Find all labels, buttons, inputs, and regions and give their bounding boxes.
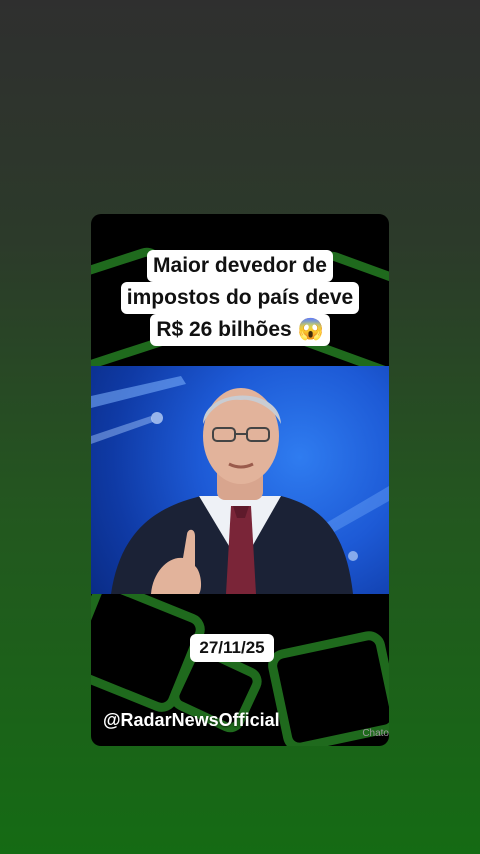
headline-box: Maior devedor de impostos do país deve R… xyxy=(91,250,389,346)
headline-line-2: impostos do país deve xyxy=(120,282,360,314)
watermark: Chato xyxy=(362,728,389,739)
news-video-frame[interactable] xyxy=(91,366,389,594)
video-post-card[interactable]: Maior devedor de impostos do país deve R… xyxy=(91,214,389,746)
date-badge: 27/11/25 xyxy=(190,634,274,662)
channel-handle[interactable]: @RadarNewsOfficial xyxy=(103,710,280,731)
headline-line-1: Maior devedor de xyxy=(147,250,333,282)
headline-line-3: R$ 26 bilhões 😱 xyxy=(150,314,330,346)
news-anchor-image xyxy=(91,376,389,594)
